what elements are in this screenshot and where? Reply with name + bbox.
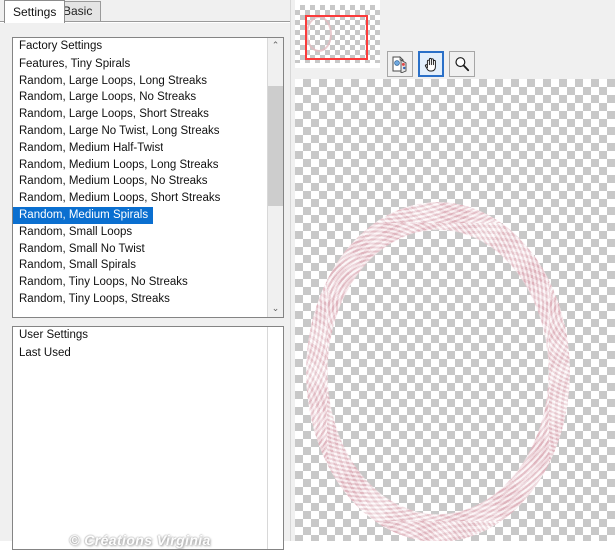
- oval-frame-image: [306, 202, 570, 541]
- factory-list-item[interactable]: Random, Small Spirals: [13, 257, 136, 274]
- scroll-up-icon[interactable]: ⌃: [268, 38, 283, 54]
- tab-strip: Settings Basic: [0, 0, 290, 23]
- settings-pane: Settings Basic Factory Settings Features…: [0, 0, 290, 550]
- user-list-scrollbar[interactable]: [267, 327, 283, 549]
- factory-list-scrollbar[interactable]: ⌃ ⌄: [267, 38, 283, 317]
- user-settings-items[interactable]: User Settings Last Used: [13, 327, 266, 549]
- settings-panel-body: Factory Settings Features, Tiny Spirals R…: [0, 22, 290, 550]
- pane-divider: [290, 0, 291, 541]
- preview-canvas[interactable]: [295, 79, 615, 541]
- user-list-item[interactable]: Last Used: [13, 345, 71, 362]
- factory-list-item[interactable]: Random, Medium Loops, Short Streaks: [13, 190, 220, 207]
- factory-settings-items[interactable]: Factory Settings Features, Tiny Spirals R…: [13, 38, 266, 317]
- factory-list-item[interactable]: Random, Medium Loops, No Streaks: [13, 173, 208, 190]
- hand-icon: [424, 57, 436, 72]
- factory-list-item[interactable]: Random, Medium Spirals: [13, 206, 154, 224]
- factory-list-item[interactable]: Random, Medium Half-Twist: [13, 140, 163, 157]
- factory-list-item[interactable]: Random, Tiny Loops, Streaks: [13, 291, 170, 308]
- zoom-button[interactable]: [449, 51, 475, 77]
- factory-list-item[interactable]: Random, Tiny Loops, No Streaks: [13, 274, 188, 291]
- factory-list-item[interactable]: Random, Large Loops, No Streaks: [13, 89, 196, 106]
- tab-settings[interactable]: Settings: [4, 0, 66, 23]
- factory-list-item[interactable]: Random, Small Loops: [13, 224, 132, 241]
- factory-settings-listbox[interactable]: Factory Settings Features, Tiny Spirals R…: [12, 37, 284, 318]
- user-settings-header[interactable]: User Settings: [13, 327, 88, 344]
- factory-list-item[interactable]: Random, Large Loops, Long Streaks: [13, 73, 207, 90]
- factory-settings-header[interactable]: Factory Settings: [13, 38, 102, 55]
- factory-list-item[interactable]: Random, Medium Loops, Long Streaks: [13, 157, 218, 174]
- preview-pane: [290, 0, 615, 541]
- user-settings-listbox[interactable]: User Settings Last Used © Créations Virg…: [12, 326, 284, 550]
- scroll-down-icon[interactable]: ⌄: [268, 301, 283, 317]
- factory-list-item[interactable]: Features, Tiny Spirals: [13, 56, 130, 73]
- factory-list-item[interactable]: Random, Large Loops, Short Streaks: [13, 106, 209, 123]
- active-tab-mask: [5, 21, 53, 23]
- factory-list-item[interactable]: Random, Small No Twist: [13, 241, 145, 258]
- auto-proof-icon: [392, 56, 407, 73]
- magnifier-icon: [455, 57, 470, 72]
- auto-proof-button[interactable]: [387, 51, 413, 77]
- factory-list-item[interactable]: Random, Large No Twist, Long Streaks: [13, 123, 220, 140]
- preview-toolbar: [387, 51, 475, 77]
- navigator-selection-rect[interactable]: [305, 15, 368, 60]
- scrollbar-thumb[interactable]: [268, 86, 283, 206]
- pan-button[interactable]: [418, 51, 444, 77]
- navigator-thumbnail[interactable]: [295, 0, 380, 68]
- navigator-canvas: [295, 5, 380, 63]
